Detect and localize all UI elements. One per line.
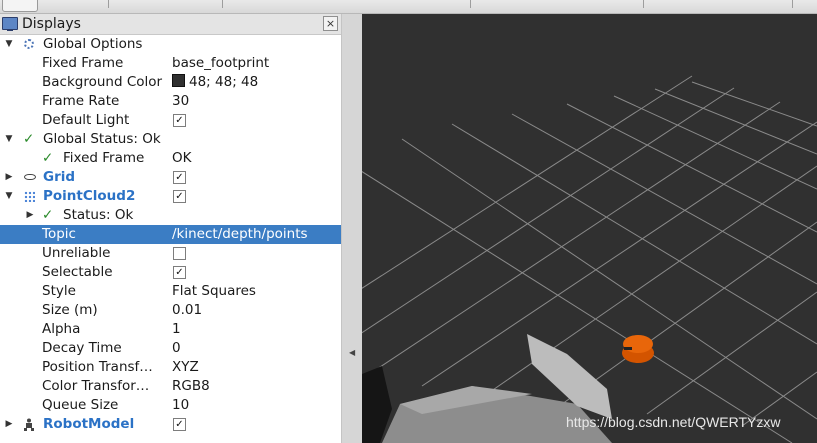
- tree-row-robot-model[interactable]: ▶ RobotModel ✓: [0, 415, 341, 434]
- property-value[interactable]: 30: [172, 92, 189, 111]
- property-label: Decay Time: [42, 340, 122, 356]
- tree-row-global-options[interactable]: ▼ Global Options: [0, 35, 341, 54]
- display-name: PointCloud2: [43, 188, 136, 204]
- tree-label: Global Status: Ok: [43, 131, 161, 147]
- watermark: https://blog.csdn.net/QWERTYzxw: [566, 414, 781, 430]
- tree-row-style[interactable]: Style Flat Squares: [0, 282, 341, 301]
- collapse-arrow-icon[interactable]: ▶: [4, 415, 14, 434]
- tree-row-grid[interactable]: ▶ Grid ✓: [0, 168, 341, 187]
- collapse-arrow-icon[interactable]: ▶: [25, 206, 35, 225]
- tree-row-queue-size[interactable]: Queue Size 10: [0, 396, 341, 415]
- property-label: Position Transf…: [42, 359, 153, 375]
- expand-arrow-icon[interactable]: ▼: [4, 130, 14, 149]
- color-value: 48; 48; 48: [189, 74, 259, 90]
- robot-model-enabled-checkbox[interactable]: ✓: [173, 418, 186, 431]
- tree-row-size[interactable]: Size (m) 0.01: [0, 301, 341, 320]
- toolbar-separator: [792, 0, 793, 8]
- tree-row-background-color[interactable]: Background Color 48; 48; 48: [0, 73, 341, 92]
- gear-icon: [24, 39, 34, 49]
- property-value[interactable]: 10: [172, 396, 189, 415]
- collapse-arrow-icon[interactable]: ▶: [4, 168, 14, 187]
- property-label: Fixed Frame: [42, 55, 124, 71]
- tree-label: Global Options: [43, 36, 143, 52]
- property-label: Background Color: [42, 74, 163, 90]
- property-label: Topic: [42, 226, 76, 242]
- property-label: Unreliable: [42, 245, 111, 261]
- color-swatch[interactable]: [172, 74, 185, 87]
- property-value: OK: [172, 150, 192, 166]
- property-value[interactable]: 0: [172, 339, 181, 358]
- render-viewport[interactable]: [362, 14, 817, 443]
- toolbar-separator: [643, 0, 644, 8]
- property-label: Color Transfor…: [42, 378, 150, 394]
- tree-row-selectable[interactable]: Selectable ✓: [0, 263, 341, 282]
- display-name: Grid: [43, 169, 76, 185]
- tree-row-fixed-frame[interactable]: Fixed Frame base_footprint: [0, 54, 341, 73]
- tree-row-topic[interactable]: Topic /kinect/depth/points: [0, 225, 341, 244]
- toolbar-separator: [108, 0, 109, 8]
- tree-row-unreliable[interactable]: Unreliable: [0, 244, 341, 263]
- property-label: Fixed Frame: [63, 150, 145, 166]
- property-label: Style: [42, 283, 76, 299]
- monitor-icon: [2, 17, 18, 31]
- toolbar-separator: [470, 0, 471, 8]
- panel-splitter[interactable]: ◀: [342, 14, 362, 443]
- property-value[interactable]: 1: [172, 320, 181, 339]
- selectable-checkbox[interactable]: ✓: [173, 266, 186, 279]
- pointcloud2-enabled-checkbox[interactable]: ✓: [173, 190, 186, 203]
- expand-arrow-icon[interactable]: ▼: [4, 35, 14, 54]
- pointcloud-icon: [24, 191, 35, 202]
- toolbar-separator: [222, 0, 223, 8]
- topic-value[interactable]: /kinect/depth/points: [172, 225, 308, 244]
- tree-row-default-light[interactable]: Default Light ✓: [0, 111, 341, 130]
- status-ok-icon: ✓: [42, 207, 54, 223]
- property-value[interactable]: Flat Squares: [172, 282, 256, 301]
- panel-title: Displays: [22, 16, 81, 32]
- collapse-panel-icon[interactable]: ◀: [349, 348, 355, 357]
- tree-row-alpha[interactable]: Alpha 1: [0, 320, 341, 339]
- tree-row-decay-time[interactable]: Decay Time 0: [0, 339, 341, 358]
- property-label: Default Light: [42, 112, 130, 128]
- displays-tree: ▼ Global Options Fixed Frame base_footpr…: [0, 35, 341, 434]
- panel-title-bar: Displays ×: [0, 14, 341, 35]
- tree-row-status-fixed-frame[interactable]: ✓ Fixed Frame OK: [0, 149, 341, 168]
- status-ok-icon: ✓: [23, 131, 35, 147]
- tree-row-pointcloud-status[interactable]: ▶ ✓ Status: Ok: [0, 206, 341, 225]
- default-light-checkbox[interactable]: ✓: [173, 114, 186, 127]
- 3d-scene[interactable]: [362, 14, 817, 443]
- tree-row-frame-rate[interactable]: Frame Rate 30: [0, 92, 341, 111]
- unreliable-checkbox[interactable]: [173, 247, 186, 260]
- property-label: Size (m): [42, 302, 98, 318]
- grid-icon: [24, 174, 36, 180]
- toolbar-interact-button[interactable]: [2, 0, 38, 12]
- property-label: Status: Ok: [63, 207, 134, 223]
- tree-row-pointcloud2[interactable]: ▼ PointCloud2 ✓: [0, 187, 341, 206]
- tree-row-position-transformer[interactable]: Position Transf… XYZ: [0, 358, 341, 377]
- status-ok-icon: ✓: [42, 150, 54, 166]
- property-label: Frame Rate: [42, 93, 120, 109]
- property-value[interactable]: RGB8: [172, 377, 210, 396]
- display-name: RobotModel: [43, 416, 135, 432]
- property-label: Alpha: [42, 321, 81, 337]
- property-value[interactable]: 48; 48; 48: [172, 73, 258, 92]
- robot-icon: [24, 418, 34, 431]
- displays-panel: Displays × ▼ Global Options Fixed Frame …: [0, 14, 342, 443]
- tree-row-color-transformer[interactable]: Color Transfor… RGB8: [0, 377, 341, 396]
- grid-enabled-checkbox[interactable]: ✓: [173, 171, 186, 184]
- robot-model[interactable]: [623, 335, 653, 353]
- property-value[interactable]: base_footprint: [172, 54, 269, 73]
- property-label: Selectable: [42, 264, 113, 280]
- toolbar: [0, 0, 817, 14]
- tree-row-global-status[interactable]: ▼ ✓ Global Status: Ok: [0, 130, 341, 149]
- expand-arrow-icon[interactable]: ▼: [4, 187, 14, 206]
- property-label: Queue Size: [42, 397, 119, 413]
- property-value[interactable]: XYZ: [172, 358, 199, 377]
- robot-model: [624, 347, 632, 350]
- property-value[interactable]: 0.01: [172, 301, 202, 320]
- close-button[interactable]: ×: [323, 16, 338, 31]
